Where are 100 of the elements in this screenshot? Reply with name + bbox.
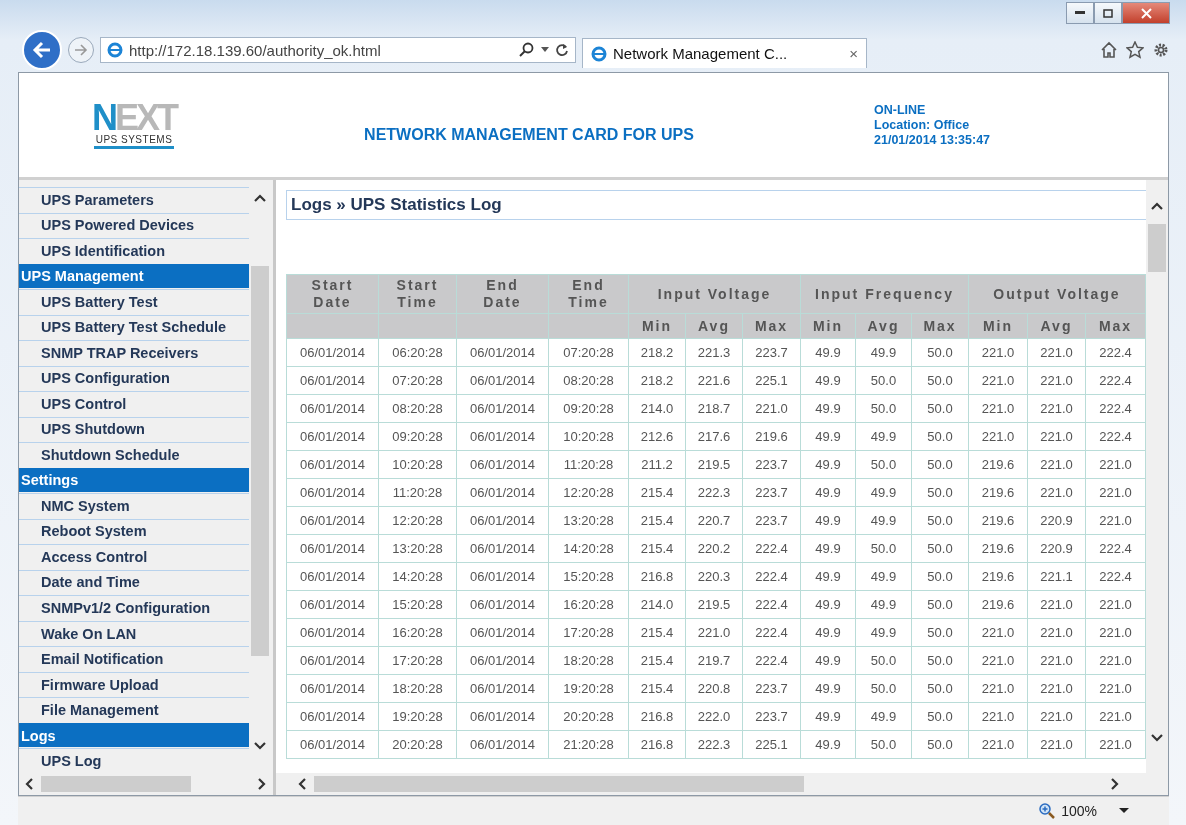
table-cell: 221.0 (1085, 646, 1146, 675)
table-cell: 06/01/2014 (456, 506, 549, 535)
sidebar-item[interactable]: Firmware Upload (19, 671, 249, 697)
table-cell: 219.5 (685, 590, 743, 619)
zoom-icon[interactable] (1039, 803, 1056, 819)
maximize-button[interactable] (1094, 2, 1122, 24)
table-cell: 06/01/2014 (456, 618, 549, 647)
table-cell: 06/01/2014 (456, 730, 549, 759)
table-cell: 49.9 (855, 422, 912, 451)
table-cell: 225.1 (742, 730, 801, 759)
forward-arrow-icon (74, 44, 88, 56)
table-cell: 19:20:28 (378, 702, 457, 731)
table-cell: 221.0 (968, 422, 1028, 451)
back-button[interactable] (22, 30, 62, 70)
sidebar-item[interactable]: File Management (19, 697, 249, 722)
table-cell: 221.0 (968, 702, 1028, 731)
table-cell: 49.9 (855, 562, 912, 591)
scrollbar-thumb[interactable] (1148, 224, 1166, 272)
table-cell: 222.3 (685, 478, 743, 507)
sidebar-item[interactable]: Reboot System (19, 518, 249, 544)
table-cell: 20:20:28 (548, 702, 629, 731)
breadcrumb: Logs » UPS Statistics Log (286, 190, 1146, 220)
table-cell: 50.0 (855, 674, 912, 703)
table-cell: 221.0 (1085, 618, 1146, 647)
sidebar-item[interactable]: SNMP TRAP Receivers (19, 340, 249, 365)
table-cell: 219.6 (968, 506, 1028, 535)
tab-close-button[interactable]: × (849, 45, 858, 62)
company-logo: NEXT UPS SYSTEMS (19, 101, 249, 149)
sidebar-item[interactable]: UPS Shutdown (19, 416, 249, 442)
table-cell: 220.3 (685, 562, 743, 591)
table-cell: 49.9 (800, 534, 856, 563)
scrollbar-thumb[interactable] (314, 776, 804, 792)
sidebar-item[interactable]: UPS Configuration (19, 365, 249, 391)
table-cell: 49.9 (800, 730, 856, 759)
table-cell: 221.0 (1085, 450, 1146, 479)
star-icon[interactable] (1126, 41, 1144, 59)
sidebar-item[interactable]: UPS Parameters (19, 187, 249, 212)
table-cell: 222.4 (742, 534, 801, 563)
content-scrollbar[interactable] (1146, 180, 1168, 773)
sidebar-item[interactable]: Access Control (19, 544, 249, 569)
table-cell: 221.0 (1027, 646, 1086, 675)
table-cell: 220.9 (1027, 506, 1086, 535)
table-cell: 219.6 (968, 450, 1028, 479)
dropdown-icon[interactable] (1119, 808, 1129, 814)
sidebar-section[interactable]: Logs (19, 722, 249, 748)
table-cell: 08:20:28 (378, 394, 457, 423)
address-field[interactable]: http://172.18.139.60/authority_ok.html (100, 37, 576, 63)
table-cell: 219.6 (968, 534, 1028, 563)
sidebar-section[interactable]: UPS Management (19, 263, 249, 289)
table-cell: 06/01/2014 (286, 506, 379, 535)
scrollbar-thumb[interactable] (41, 776, 191, 792)
table-cell: 215.4 (628, 506, 686, 535)
table-cell: 12:20:28 (378, 506, 457, 535)
home-icon[interactable] (1100, 41, 1118, 59)
sidebar-item[interactable]: Shutdown Schedule (19, 442, 249, 467)
table-cell: 214.0 (628, 590, 686, 619)
table-cell: 49.9 (800, 562, 856, 591)
settings-icon[interactable] (1152, 41, 1170, 59)
sidebar-item[interactable]: UPS Control (19, 391, 249, 416)
sidebar-item[interactable]: UPS Log (19, 748, 249, 773)
table-cell: 223.7 (742, 702, 801, 731)
sidebar-item[interactable]: UPS Powered Devices (19, 212, 249, 238)
table-cell: 220.8 (685, 674, 743, 703)
sidebar-item[interactable]: UPS Battery Test (19, 289, 249, 314)
table-cell: 49.9 (800, 338, 856, 367)
sidebar-item[interactable]: SNMPv1/2 Configuration (19, 595, 249, 620)
table-cell: 221.0 (1027, 366, 1086, 395)
table-cell: 19:20:28 (548, 674, 629, 703)
sidebar-item[interactable]: Date and Time (19, 569, 249, 595)
maximize-icon (1103, 8, 1113, 18)
zoom-level[interactable]: 100% (1061, 803, 1097, 819)
table-cell: 49.9 (800, 422, 856, 451)
table-cell: 215.4 (628, 534, 686, 563)
table-cell: 219.7 (685, 646, 743, 675)
table-cell: 06/01/2014 (456, 366, 549, 395)
table-cell: 49.9 (855, 338, 912, 367)
table-cell: 220.9 (1027, 534, 1086, 563)
scrollbar-thumb[interactable] (251, 266, 269, 656)
minimize-button[interactable] (1066, 2, 1094, 24)
browser-tab[interactable]: Network Management C... × (582, 38, 867, 68)
sidebar-section[interactable]: Settings (19, 467, 249, 493)
browser-logo-icon (591, 45, 607, 62)
sidebar-item[interactable]: Email Notification (19, 646, 249, 671)
table-cell: 221.0 (968, 618, 1028, 647)
refresh-icon[interactable] (555, 43, 569, 57)
table-cell: 13:20:28 (548, 506, 629, 535)
dropdown-icon[interactable] (541, 47, 549, 53)
table-cell: 50.0 (911, 366, 969, 395)
sidebar-item[interactable]: NMC System (19, 493, 249, 518)
search-icon[interactable] (519, 42, 535, 58)
table-cell: 09:20:28 (548, 394, 629, 423)
content-horizontal-scrollbar[interactable] (276, 773, 1168, 795)
table-cell: 221.0 (1027, 422, 1086, 451)
table-cell: 220.2 (685, 534, 743, 563)
close-button[interactable] (1122, 2, 1170, 24)
sidebar-item[interactable]: UPS Battery Test Schedule (19, 314, 249, 340)
table-cell: 221.0 (968, 394, 1028, 423)
sidebar-item[interactable]: UPS Identification (19, 238, 249, 263)
table-cell: 10:20:28 (548, 422, 629, 451)
sidebar-item[interactable]: Wake On LAN (19, 620, 249, 646)
